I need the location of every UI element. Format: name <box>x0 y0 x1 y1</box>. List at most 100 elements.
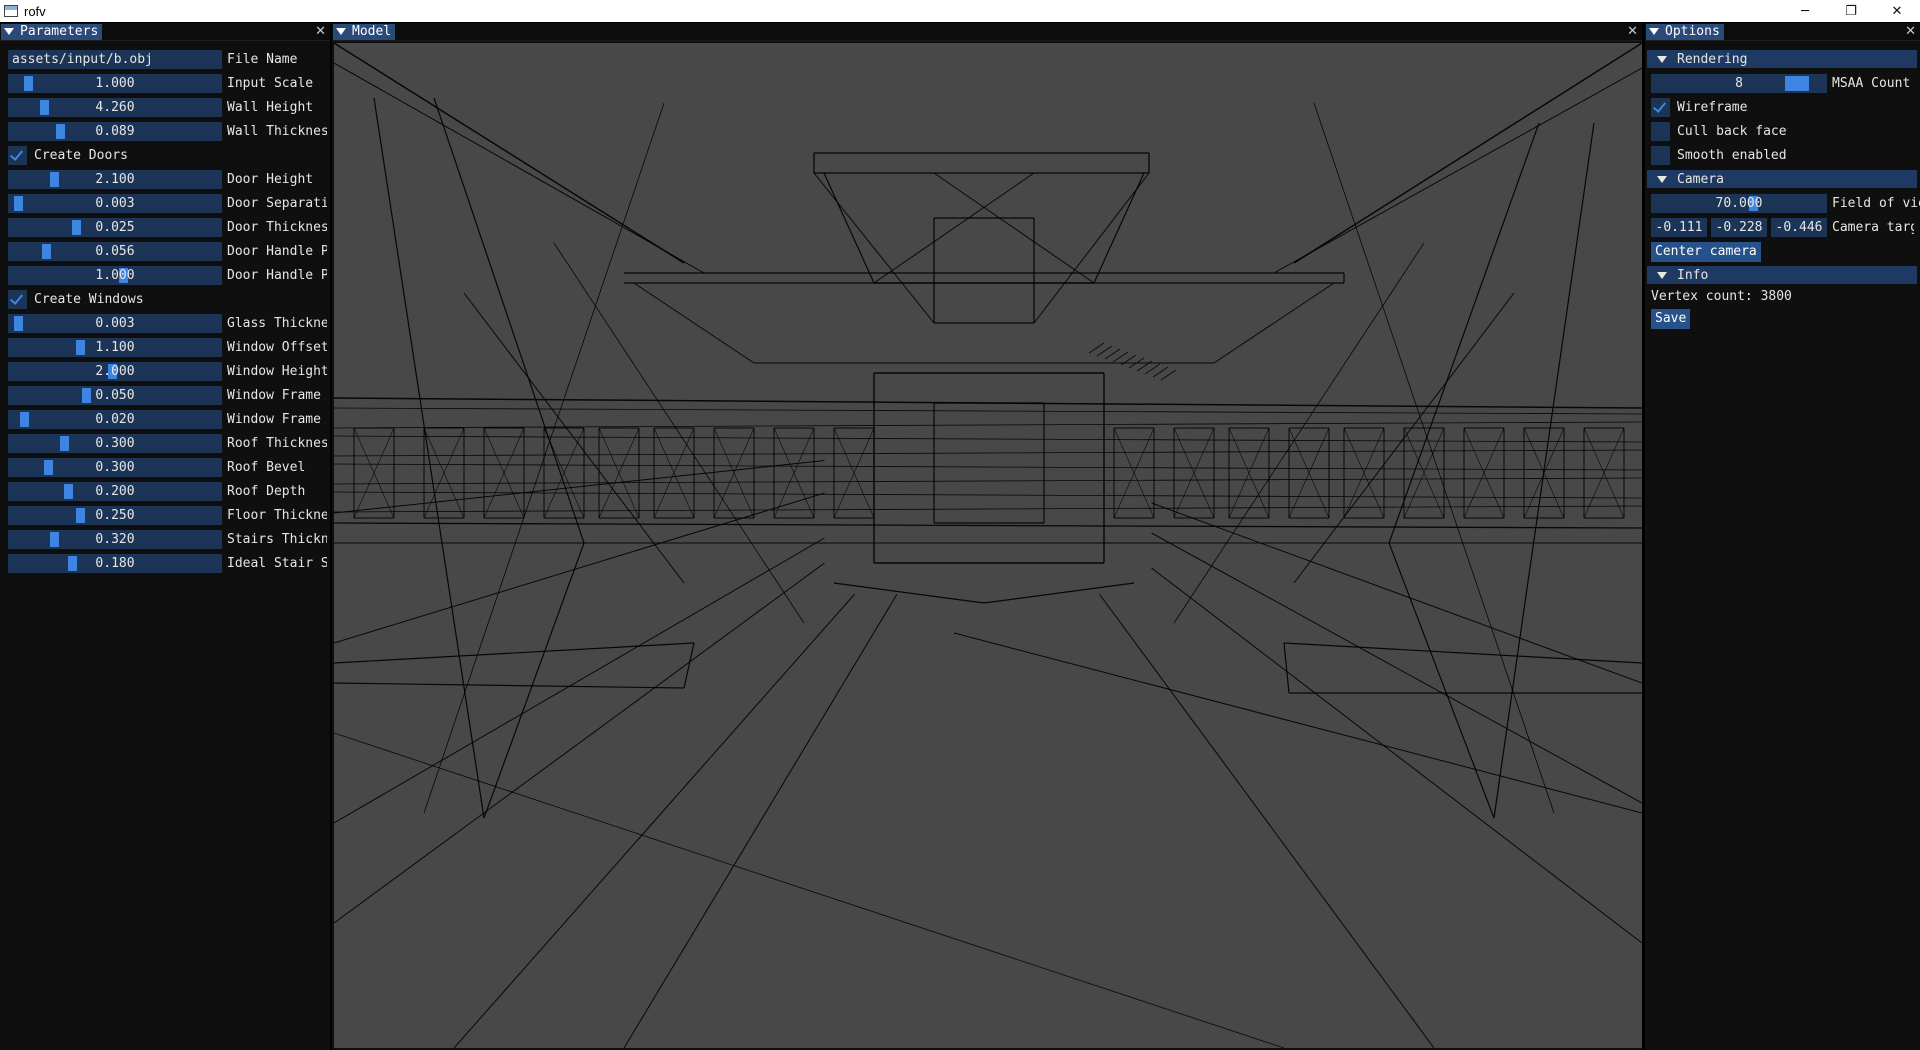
parameters-close-icon[interactable]: ✕ <box>315 23 326 41</box>
input-scale-0-slider[interactable]: 1.000 <box>8 74 222 93</box>
model-viewport[interactable] <box>334 43 1642 1048</box>
smooth-enabled-label: Smooth enabled <box>1677 148 1787 163</box>
window-frame-th-4-row: 0.020 Window Frame Th <box>8 410 327 429</box>
check-icon <box>9 291 24 305</box>
floor-thickness-8-value: 0.250 <box>95 508 135 523</box>
camera-header[interactable]: Camera <box>1647 170 1917 188</box>
window-frame-th-4-value: 0.020 <box>95 412 135 427</box>
msaa-slider[interactable]: 8 <box>1651 74 1827 93</box>
wall-height-1-slider[interactable]: 4.260 <box>8 98 222 117</box>
door-handle-pos-4-slider[interactable]: 1.000 <box>8 266 222 285</box>
vertex-count: Vertex count: 3800 <box>1651 289 1792 304</box>
expand-caret-icon <box>1657 271 1667 279</box>
roof-thickness-5-slider[interactable]: 0.300 <box>8 434 222 453</box>
door-separation-1-slider[interactable]: 0.003 <box>8 194 222 213</box>
fov-slider[interactable]: 70.000 <box>1651 194 1827 213</box>
save-button[interactable]: Save <box>1651 309 1691 329</box>
stairs-thickness-9-row: 0.320 Stairs Thickness <box>8 530 327 549</box>
wall-thickness-2-slider[interactable]: 0.089 <box>8 122 222 141</box>
wireframe-render <box>334 43 1642 1048</box>
collapse-caret-icon[interactable] <box>1649 28 1659 35</box>
check-icon <box>9 147 24 161</box>
window-controls: ─ ❐ ✕ <box>1782 0 1920 22</box>
smooth-enabled-row: Smooth enabled <box>1651 146 1787 165</box>
door-thickness-2-label: Door Thickness <box>227 220 327 235</box>
create-doors-checkbox[interactable] <box>8 146 27 165</box>
info-header[interactable]: Info <box>1647 266 1917 284</box>
camera-target-y[interactable]: -0.228 <box>1711 218 1767 237</box>
camera-target-x[interactable]: -0.111 <box>1651 218 1707 237</box>
glass-thickness-0-value: 0.003 <box>95 316 135 331</box>
window-frame-w-3-slider[interactable]: 0.050 <box>8 386 222 405</box>
door-handle-pos-3-row: 0.056 Door Handle Pos <box>8 242 327 261</box>
create-doors-label: Create Doors <box>34 148 128 163</box>
collapse-caret-icon[interactable] <box>4 28 14 35</box>
close-icon[interactable]: ✕ <box>1874 0 1920 22</box>
options-titlebar[interactable]: Options ✕ <box>1645 23 1920 41</box>
rendering-header[interactable]: Rendering <box>1647 50 1917 68</box>
cull-back-face-label: Cull back face <box>1677 124 1787 139</box>
create-windows-label: Create Windows <box>34 292 144 307</box>
door-handle-pos-4-label: Door Handle Pos <box>227 268 327 283</box>
roof-bevel-6-slider[interactable]: 0.300 <box>8 458 222 477</box>
door-height-0-slider[interactable]: 2.100 <box>8 170 222 189</box>
roof-thickness-5-label: Roof Thickness <box>227 436 327 451</box>
app-icon <box>4 5 18 17</box>
wall-height-1-value: 4.260 <box>95 100 135 115</box>
window-frame-th-4-slider[interactable]: 0.020 <box>8 410 222 429</box>
ideal-stair-step-10-label: Ideal Stair Step <box>227 556 327 571</box>
cull-back-face-checkbox[interactable] <box>1651 122 1670 141</box>
parameters-tab[interactable]: Parameters <box>1 23 103 40</box>
ideal-stair-step-10-value: 0.180 <box>95 556 135 571</box>
msaa-row: 8 MSAA Count <box>1651 74 1920 93</box>
glass-thickness-0-label: Glass Thickness <box>227 316 327 331</box>
collapse-caret-icon[interactable] <box>336 28 346 35</box>
input-scale-0-row: 1.000 Input Scale <box>8 74 327 93</box>
info-header-label: Info <box>1677 267 1709 283</box>
ideal-stair-step-10-slider[interactable]: 0.180 <box>8 554 222 573</box>
create-windows-row: Create Windows <box>8 290 144 309</box>
maximize-icon[interactable]: ❐ <box>1828 0 1874 22</box>
model-close-icon[interactable]: ✕ <box>1627 23 1638 41</box>
window-height-2-label: Window Height <box>227 364 327 379</box>
camera-target-row: -0.111 -0.228 -0.446 Camera target <box>1651 218 1914 237</box>
options-tab[interactable]: Options <box>1646 23 1724 40</box>
file-name-input[interactable]: assets/input/b.obj <box>8 50 222 69</box>
window-offset-1-label: Window Offset <box>227 340 327 355</box>
model-tab[interactable]: Model <box>333 23 396 40</box>
floor-thickness-8-slider[interactable]: 0.250 <box>8 506 222 525</box>
fov-row: 70.000 Field of view <box>1651 194 1920 213</box>
parameters-titlebar[interactable]: Parameters ✕ <box>0 23 330 41</box>
door-handle-pos-4-value: 1.000 <box>95 268 135 283</box>
stairs-thickness-9-slider[interactable]: 0.320 <box>8 530 222 549</box>
roof-depth-7-slider[interactable]: 0.200 <box>8 482 222 501</box>
door-height-0-label: Door Height <box>227 172 314 187</box>
wireframe-row: Wireframe <box>1651 98 1747 117</box>
input-scale-0-label: Input Scale <box>227 76 314 91</box>
window-height-2-slider[interactable]: 2.000 <box>8 362 222 381</box>
model-titlebar[interactable]: Model ✕ <box>332 23 1642 41</box>
roof-depth-7-value: 0.200 <box>95 484 135 499</box>
ideal-stair-step-10-row: 0.180 Ideal Stair Step <box>8 554 327 573</box>
options-close-icon[interactable]: ✕ <box>1905 23 1916 41</box>
wireframe-label: Wireframe <box>1677 100 1748 115</box>
camera-target-z[interactable]: -0.446 <box>1771 218 1827 237</box>
options-title: Options <box>1665 24 1720 39</box>
door-height-0-value: 2.100 <box>95 172 135 187</box>
door-thickness-2-row: 0.025 Door Thickness <box>8 218 327 237</box>
door-height-0-row: 2.100 Door Height <box>8 170 327 189</box>
smooth-enabled-checkbox[interactable] <box>1651 146 1670 165</box>
glass-thickness-0-slider[interactable]: 0.003 <box>8 314 222 333</box>
door-handle-pos-3-slider[interactable]: 0.056 <box>8 242 222 261</box>
minimize-icon[interactable]: ─ <box>1782 0 1828 22</box>
door-thickness-2-slider[interactable]: 0.025 <box>8 218 222 237</box>
center-camera-button[interactable]: Center camera <box>1651 242 1761 262</box>
options-panel: Options ✕ Rendering 8 MSAA Count Wirefra… <box>1645 23 1920 1050</box>
window-offset-1-slider[interactable]: 1.100 <box>8 338 222 357</box>
roof-thickness-5-row: 0.300 Roof Thickness <box>8 434 327 453</box>
window-frame-w-3-value: 0.050 <box>95 388 135 403</box>
stairs-thickness-9-label: Stairs Thickness <box>227 532 327 547</box>
wireframe-checkbox[interactable] <box>1651 98 1670 117</box>
roof-bevel-6-value: 0.300 <box>95 460 135 475</box>
create-windows-checkbox[interactable] <box>8 290 27 309</box>
